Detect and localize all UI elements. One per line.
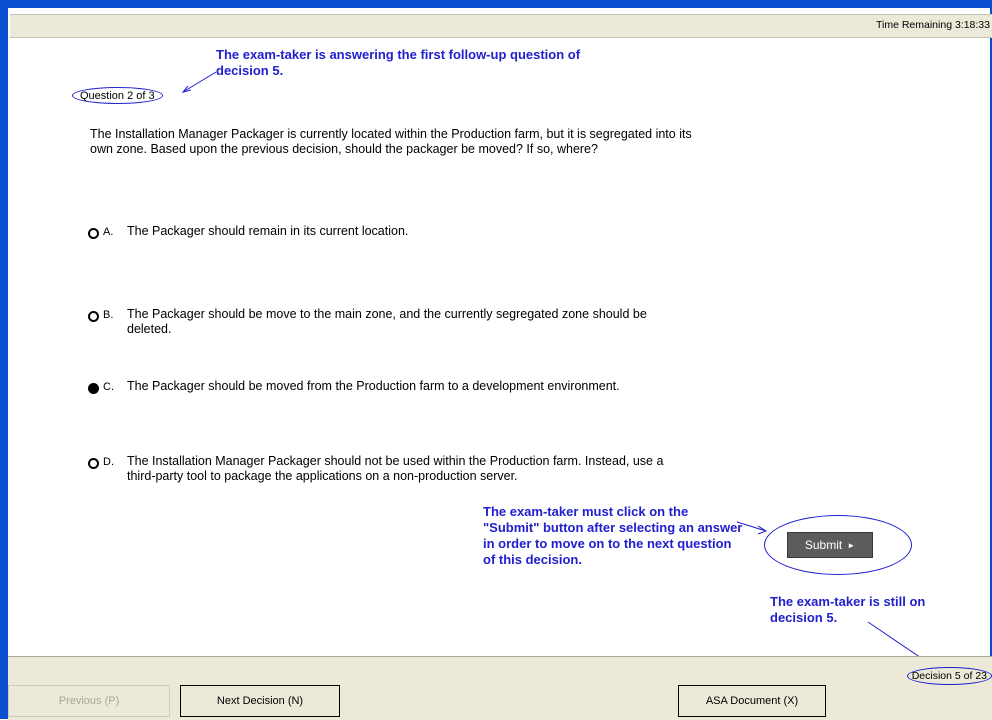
- annotation-question-note: The exam-taker is answering the first fo…: [216, 47, 636, 79]
- footer-nav-bar: Decision 5 of 23 Previous (P) Next Decis…: [8, 656, 992, 720]
- radio-empty-icon[interactable]: [88, 311, 99, 322]
- time-remaining: Time Remaining 3:18:33: [875, 19, 990, 31]
- radio-filled-icon[interactable]: [88, 383, 99, 394]
- option-text: The Packager should be moved from the Pr…: [127, 379, 620, 393]
- annotation-decision-note: The exam-taker is still on decision 5.: [770, 594, 945, 626]
- option-letter: C.: [103, 381, 114, 393]
- submit-button[interactable]: Submit ►: [787, 532, 873, 558]
- option-letter: B.: [103, 309, 114, 321]
- next-decision-button[interactable]: Next Decision (N): [180, 685, 340, 717]
- decision-counter: Decision 5 of 23: [906, 667, 992, 685]
- submit-label: Submit: [804, 538, 843, 552]
- window-frame-top: [0, 0, 992, 8]
- annotation-question-text: The exam-taker is answering the first fo…: [216, 47, 581, 78]
- question-text: The Installation Manager Packager is cur…: [90, 127, 692, 156]
- header-bar: Time Remaining 3:18:33: [10, 14, 992, 38]
- option-text: The Installation Manager Packager should…: [127, 454, 664, 483]
- radio-empty-icon[interactable]: [88, 228, 99, 239]
- option-letter: D.: [103, 456, 114, 468]
- triangle-right-icon: ►: [847, 540, 856, 550]
- question-counter: Question 2 of 3: [72, 87, 163, 104]
- annotation-submit-text: The exam-taker must click on the "Submit…: [483, 504, 743, 567]
- asa-document-button[interactable]: ASA Document (X): [678, 685, 826, 717]
- window-frame-left: [0, 8, 8, 719]
- arrow-head-submit: [757, 525, 768, 535]
- annotation-decision-text: The exam-taker is still on decision 5.: [770, 594, 926, 625]
- option-letter: A.: [103, 226, 114, 238]
- arrow-head-question: [181, 85, 192, 93]
- previous-button[interactable]: Previous (P): [8, 685, 170, 717]
- arrow-to-question-counter: [182, 71, 217, 93]
- radio-empty-icon[interactable]: [88, 458, 99, 469]
- annotation-submit-note: The exam-taker must click on the "Submit…: [483, 504, 743, 568]
- option-text: The Packager should remain in its curren…: [127, 224, 409, 238]
- option-text: The Packager should be move to the main …: [127, 307, 647, 336]
